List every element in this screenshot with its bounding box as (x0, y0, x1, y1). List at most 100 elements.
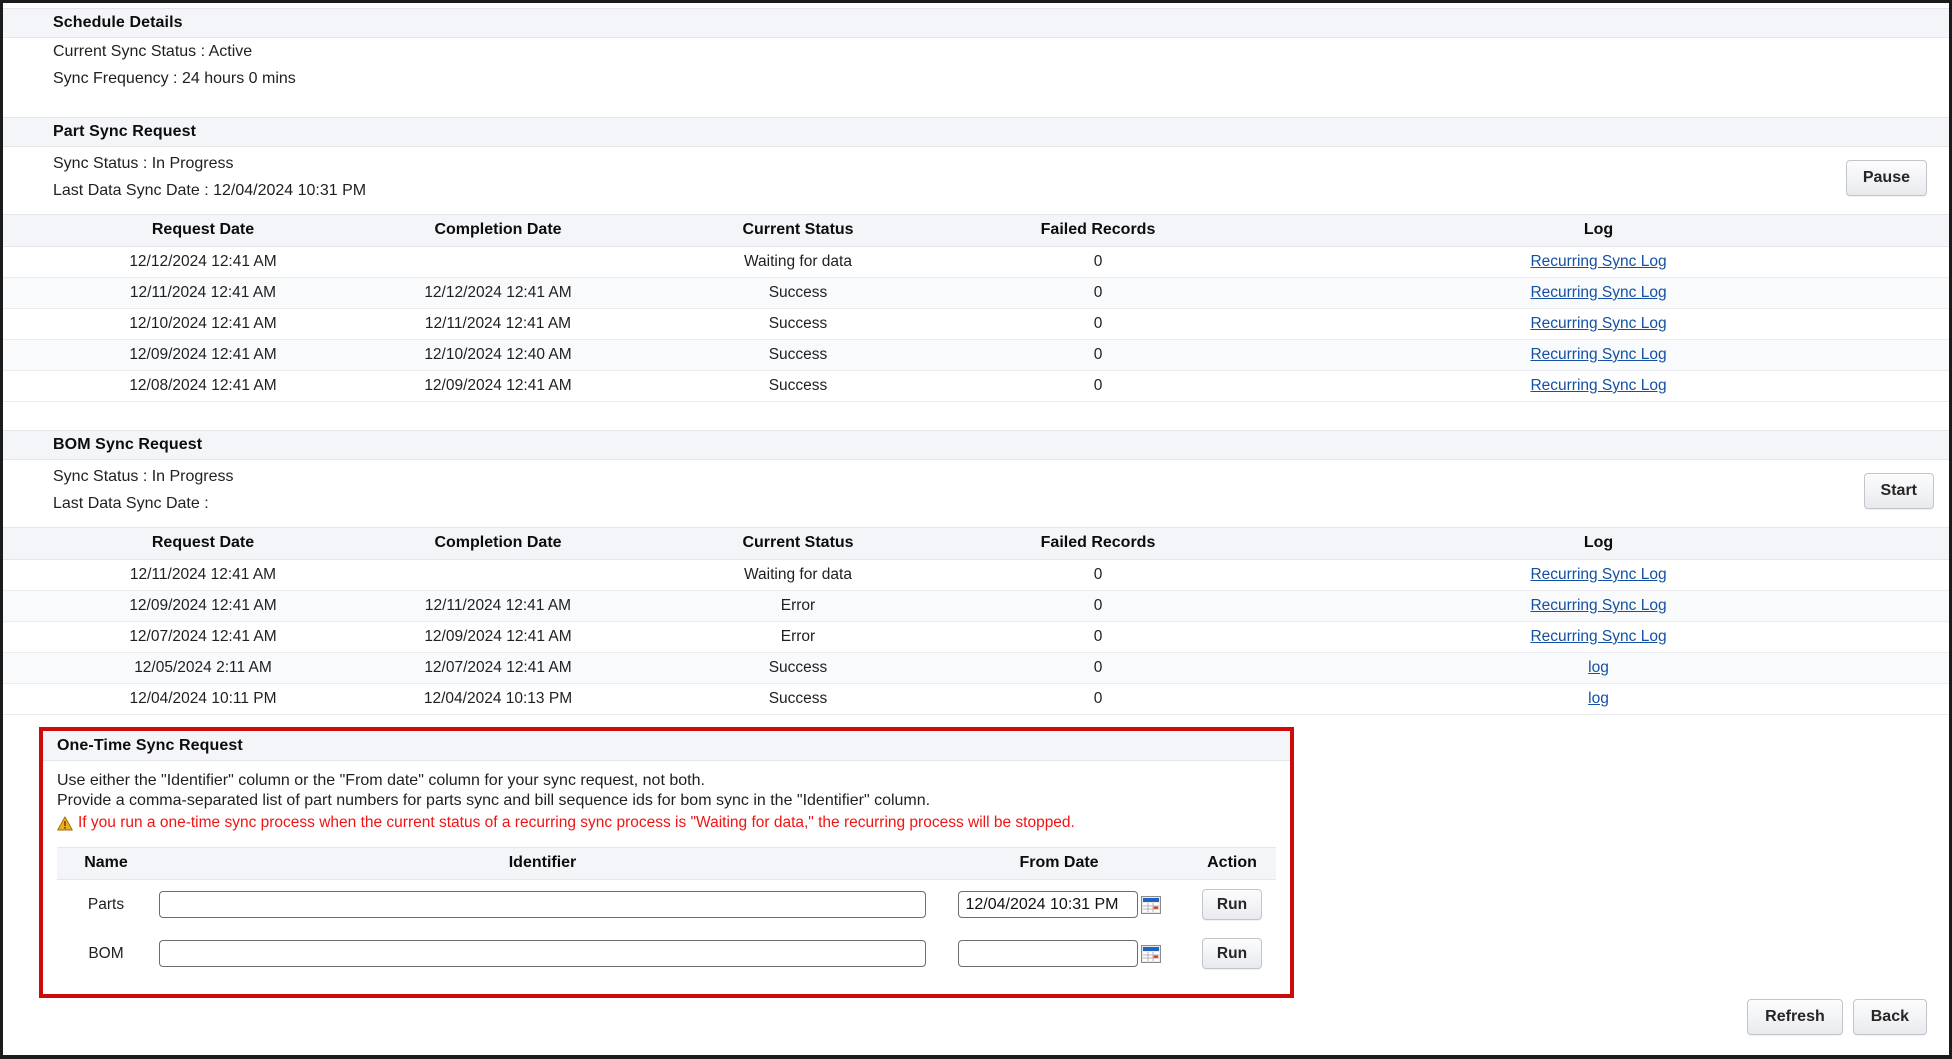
row-spacer (3, 622, 58, 653)
calendar-icon[interactable] (1141, 945, 1161, 963)
col-identifier: Identifier (155, 848, 930, 880)
row-name-parts: Parts (57, 880, 155, 930)
col-failed-records: Failed Records (948, 528, 1248, 560)
part-sync-title: Part Sync Request (53, 123, 196, 141)
cell-current-status: Success (648, 653, 948, 684)
recurring-sync-log-link[interactable]: Recurring Sync Log (1530, 253, 1666, 270)
table-row: 12/07/2024 12:41 AM 12/09/2024 12:41 AM … (3, 622, 1949, 653)
cell-failed-records: 0 (948, 653, 1248, 684)
calendar-icon[interactable] (1141, 896, 1161, 914)
log-link[interactable]: log (1588, 690, 1609, 707)
part-sync-status: Sync Status : In Progress (3, 156, 1846, 172)
col-spacer (3, 528, 58, 560)
part-sync-last-date: Last Data Sync Date : 12/04/2024 10:31 P… (3, 183, 1846, 199)
col-action: Action (1188, 848, 1276, 880)
cell-current-status: Error (648, 591, 948, 622)
one-time-body: Parts (57, 880, 1276, 979)
col-spacer (3, 215, 58, 247)
bom-run-button[interactable]: Run (1202, 938, 1262, 969)
start-button[interactable]: Start (1864, 473, 1934, 509)
bom-sync-header-row: Request Date Completion Date Current Sta… (3, 528, 1949, 560)
cell-log: Recurring Sync Log (1248, 247, 1949, 278)
cell-log: log (1248, 653, 1949, 684)
log-link[interactable]: log (1588, 659, 1609, 676)
footer-actions: Refresh Back (1747, 999, 1927, 1035)
one-time-warning-text: If you run a one-time sync process when … (78, 813, 1075, 833)
col-current-status: Current Status (648, 528, 948, 560)
cell-failed-records: 0 (948, 622, 1248, 653)
table-row: 12/08/2024 12:41 AM 12/09/2024 12:41 AM … (3, 371, 1949, 402)
cell-completion-date (348, 247, 648, 278)
cell-identifier (155, 880, 930, 930)
cell-request-date: 12/10/2024 12:41 AM (58, 309, 348, 340)
one-time-sync-panel: One-Time Sync Request Use either the "Id… (39, 727, 1294, 998)
cell-completion-date: 12/11/2024 12:41 AM (348, 309, 648, 340)
cell-request-date: 12/08/2024 12:41 AM (58, 371, 348, 402)
cell-current-status: Error (648, 622, 948, 653)
schedule-frequency: Sync Frequency : 24 hours 0 mins (3, 71, 1949, 87)
cell-failed-records: 0 (948, 309, 1248, 340)
cell-completion-date: 12/09/2024 12:41 AM (348, 622, 648, 653)
recurring-sync-log-link[interactable]: Recurring Sync Log (1530, 284, 1666, 301)
part-sync-header-row: Request Date Completion Date Current Sta… (3, 215, 1949, 247)
recurring-sync-log-link[interactable]: Recurring Sync Log (1530, 566, 1666, 583)
bom-sync-table: Request Date Completion Date Current Sta… (3, 527, 1949, 715)
parts-identifier-input[interactable] (159, 891, 926, 918)
schedule-details-title: Schedule Details (53, 14, 183, 32)
one-time-row-bom: BOM (57, 929, 1276, 978)
cell-log: log (1248, 684, 1949, 715)
bom-sync-title: BOM Sync Request (53, 436, 202, 454)
cell-log: Recurring Sync Log (1248, 560, 1949, 591)
recurring-sync-log-link[interactable]: Recurring Sync Log (1530, 597, 1666, 614)
recurring-sync-log-link[interactable]: Recurring Sync Log (1530, 346, 1666, 363)
bom-from-date-input[interactable] (958, 940, 1138, 967)
recurring-sync-log-link[interactable]: Recurring Sync Log (1530, 315, 1666, 332)
cell-failed-records: 0 (948, 560, 1248, 591)
refresh-button[interactable]: Refresh (1747, 999, 1843, 1035)
cell-completion-date (348, 560, 648, 591)
row-spacer (3, 653, 58, 684)
cell-current-status: Waiting for data (648, 247, 948, 278)
bom-identifier-input[interactable] (159, 940, 926, 967)
table-row: 12/05/2024 2:11 AM 12/07/2024 12:41 AM S… (3, 653, 1949, 684)
cell-request-date: 12/09/2024 12:41 AM (58, 591, 348, 622)
row-spacer (3, 560, 58, 591)
one-time-sync-title: One-Time Sync Request (57, 737, 243, 755)
back-button[interactable]: Back (1853, 999, 1927, 1035)
col-log: Log (1248, 215, 1949, 247)
cell-completion-date: 12/07/2024 12:41 AM (348, 653, 648, 684)
cell-log: Recurring Sync Log (1248, 340, 1949, 371)
cell-request-date: 12/12/2024 12:41 AM (58, 247, 348, 278)
cell-log: Recurring Sync Log (1248, 591, 1949, 622)
pause-button[interactable]: Pause (1846, 160, 1927, 196)
sync-dashboard-page: Schedule Details Current Sync Status : A… (0, 0, 1952, 1059)
row-spacer (3, 278, 58, 309)
cell-log: Recurring Sync Log (1248, 622, 1949, 653)
col-from-date: From Date (930, 848, 1188, 880)
one-time-form-table: Name Identifier From Date Action Parts (57, 847, 1276, 978)
col-name: Name (57, 848, 155, 880)
part-sync-table: Request Date Completion Date Current Sta… (3, 214, 1949, 402)
cell-completion-date: 12/11/2024 12:41 AM (348, 591, 648, 622)
parts-run-button[interactable]: Run (1202, 889, 1262, 920)
col-current-status: Current Status (648, 215, 948, 247)
col-failed-records: Failed Records (948, 215, 1248, 247)
one-time-row-parts: Parts (57, 880, 1276, 930)
table-row: 12/10/2024 12:41 AM 12/11/2024 12:41 AM … (3, 309, 1949, 340)
cell-from-date (930, 880, 1188, 930)
recurring-sync-log-link[interactable]: Recurring Sync Log (1530, 628, 1666, 645)
bom-sync-last-date: Last Data Sync Date : (3, 496, 1864, 512)
recurring-sync-log-link[interactable]: Recurring Sync Log (1530, 377, 1666, 394)
row-spacer (3, 591, 58, 622)
parts-from-date-input[interactable] (958, 891, 1138, 918)
col-completion-date: Completion Date (348, 528, 648, 560)
cell-failed-records: 0 (948, 591, 1248, 622)
bom-sync-header: BOM Sync Request (3, 430, 1949, 460)
cell-current-status: Success (648, 684, 948, 715)
cell-current-status: Success (648, 340, 948, 371)
bom-sync-body: 12/11/2024 12:41 AM Waiting for data 0 R… (3, 560, 1949, 715)
one-time-note-line-1: Use either the "Identifier" column or th… (57, 771, 1276, 791)
cell-completion-date: 12/04/2024 10:13 PM (348, 684, 648, 715)
cell-identifier (155, 929, 930, 978)
one-time-header-row: Name Identifier From Date Action (57, 848, 1276, 880)
